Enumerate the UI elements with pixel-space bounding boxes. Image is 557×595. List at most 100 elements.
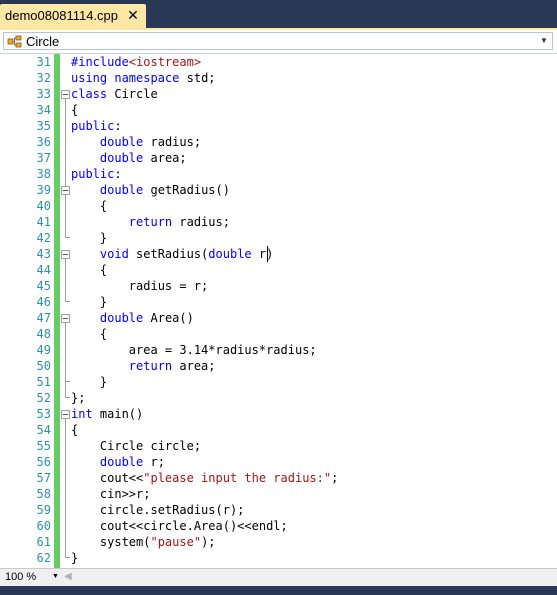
code-line[interactable]: 36 double radius; bbox=[0, 134, 557, 150]
code-line[interactable]: 51 } bbox=[0, 374, 557, 390]
code-token: ; bbox=[331, 471, 339, 485]
fold-guide bbox=[60, 518, 71, 534]
code-text: return area; bbox=[71, 358, 216, 374]
fold-guide bbox=[60, 438, 71, 454]
line-number: 40 bbox=[36, 199, 51, 213]
collapse-icon[interactable] bbox=[60, 182, 71, 198]
code-line[interactable]: 55 Circle circle; bbox=[0, 438, 557, 454]
code-line[interactable]: 50 return area; bbox=[0, 358, 557, 374]
zoom-level: 100 % bbox=[5, 571, 37, 583]
code-text: double radius; bbox=[71, 134, 201, 150]
code-text: cin>>r; bbox=[71, 486, 151, 502]
code-line[interactable]: 45 radius = r; bbox=[0, 278, 557, 294]
zoom-dropdown[interactable]: 100 % ▼ bbox=[3, 570, 61, 584]
chevron-down-icon[interactable]: ▼ bbox=[52, 570, 59, 584]
code-line[interactable]: 41 return radius; bbox=[0, 214, 557, 230]
fold-guide bbox=[60, 342, 71, 358]
code-token: Circle bbox=[107, 87, 158, 101]
code-text: system("pause"); bbox=[71, 534, 216, 550]
fold-guide bbox=[60, 422, 71, 438]
code-line[interactable]: 47 double Area() bbox=[0, 310, 557, 326]
code-line[interactable]: 42 } bbox=[0, 230, 557, 246]
code-token: { bbox=[71, 423, 79, 437]
code-line[interactable]: 31 #include<iostream> bbox=[0, 54, 557, 70]
code-text: { bbox=[71, 422, 78, 438]
document-tab[interactable]: demo08081114.cpp ✕ bbox=[0, 4, 146, 28]
keyword-token: double bbox=[99, 151, 144, 165]
code-line[interactable]: 52}; bbox=[0, 390, 557, 406]
code-token: } bbox=[71, 551, 79, 565]
code-line[interactable]: 49 area = 3.14*radius*radius; bbox=[0, 342, 557, 358]
line-number: 55 bbox=[36, 439, 51, 453]
line-number: 47 bbox=[36, 311, 51, 325]
code-text: using namespace std; bbox=[71, 70, 216, 86]
fold-guide bbox=[60, 198, 71, 214]
keyword-token: public bbox=[71, 119, 115, 133]
scope-dropdown[interactable]: Circle ▼ bbox=[3, 32, 553, 50]
code-text: int main() bbox=[71, 406, 143, 422]
collapse-icon[interactable] bbox=[60, 246, 71, 262]
line-number: 37 bbox=[36, 151, 51, 165]
code-line[interactable]: 33 class Circle bbox=[0, 86, 557, 102]
line-number: 56 bbox=[36, 455, 51, 469]
fold-guide bbox=[60, 118, 71, 134]
code-line[interactable]: 56 double r; bbox=[0, 454, 557, 470]
code-text: class Circle bbox=[71, 86, 158, 102]
code-line[interactable]: 61 system("pause"); bbox=[0, 534, 557, 550]
line-number: 44 bbox=[36, 263, 51, 277]
code-line[interactable]: 54 { bbox=[0, 422, 557, 438]
code-text: { bbox=[71, 198, 107, 214]
code-line[interactable]: 44 { bbox=[0, 262, 557, 278]
line-number: 62 bbox=[36, 551, 51, 565]
code-line[interactable]: 60 cout<<circle.Area()<<endl; bbox=[0, 518, 557, 534]
code-text: void setRadius(double r) bbox=[71, 246, 273, 262]
code-line[interactable]: 59 circle.setRadius(r); bbox=[0, 502, 557, 518]
class-icon bbox=[7, 35, 22, 48]
code-text: double getRadius() bbox=[71, 182, 230, 198]
code-line[interactable]: 57 cout<<"please input the radius:"; bbox=[0, 470, 557, 486]
code-line[interactable]: 32 using namespace std; bbox=[0, 70, 557, 86]
code-token: cout<< bbox=[71, 471, 144, 485]
code-line[interactable]: 48 { bbox=[0, 326, 557, 342]
line-number: 61 bbox=[36, 535, 51, 549]
code-line[interactable]: 40 { bbox=[0, 198, 557, 214]
document-tab-bar: demo08081114.cpp ✕ bbox=[0, 0, 557, 28]
code-token: radius; bbox=[143, 135, 202, 149]
code-editor[interactable]: 31 #include<iostream> 32 using namespace st… bbox=[0, 54, 557, 568]
collapse-icon[interactable] bbox=[60, 406, 71, 422]
code-token: r; bbox=[143, 455, 165, 469]
code-text: } bbox=[71, 294, 107, 310]
code-text: cout<<"please input the radius:"; bbox=[71, 470, 338, 486]
document-tab-title: demo08081114.cpp bbox=[5, 8, 119, 23]
code-token: setRadius( bbox=[128, 247, 209, 261]
code-line[interactable]: 35 public: bbox=[0, 118, 557, 134]
code-token: }; bbox=[71, 391, 86, 405]
code-text: { bbox=[71, 326, 107, 342]
line-number: 35 bbox=[36, 119, 51, 133]
code-line[interactable]: 62} bbox=[0, 550, 557, 566]
line-number: 58 bbox=[36, 487, 51, 501]
keyword-token: class bbox=[71, 87, 108, 101]
line-number: 39 bbox=[36, 183, 51, 197]
code-text: double area; bbox=[71, 150, 187, 166]
code-line[interactable]: 46 } bbox=[0, 294, 557, 310]
code-token: { bbox=[71, 327, 108, 341]
fold-guide bbox=[60, 150, 71, 166]
code-line[interactable]: 58 cin>>r; bbox=[0, 486, 557, 502]
collapse-icon[interactable] bbox=[60, 310, 71, 326]
code-line[interactable]: 38 public: bbox=[0, 166, 557, 182]
string-token: "pause" bbox=[150, 535, 202, 549]
collapse-icon[interactable] bbox=[60, 86, 71, 102]
code-line[interactable]: 37 double area; bbox=[0, 150, 557, 166]
code-line[interactable]: 53 int main() bbox=[0, 406, 557, 422]
code-line[interactable]: 43 void setRadius(double r) bbox=[0, 246, 557, 262]
code-line[interactable]: 34 { bbox=[0, 102, 557, 118]
code-text: circle.setRadius(r); bbox=[71, 502, 245, 518]
scroll-left-icon[interactable]: ◀ bbox=[64, 570, 72, 584]
chevron-down-icon[interactable]: ▼ bbox=[538, 34, 550, 48]
code-line[interactable]: 39 double getRadius() bbox=[0, 182, 557, 198]
close-tab-icon[interactable]: ✕ bbox=[125, 7, 141, 23]
